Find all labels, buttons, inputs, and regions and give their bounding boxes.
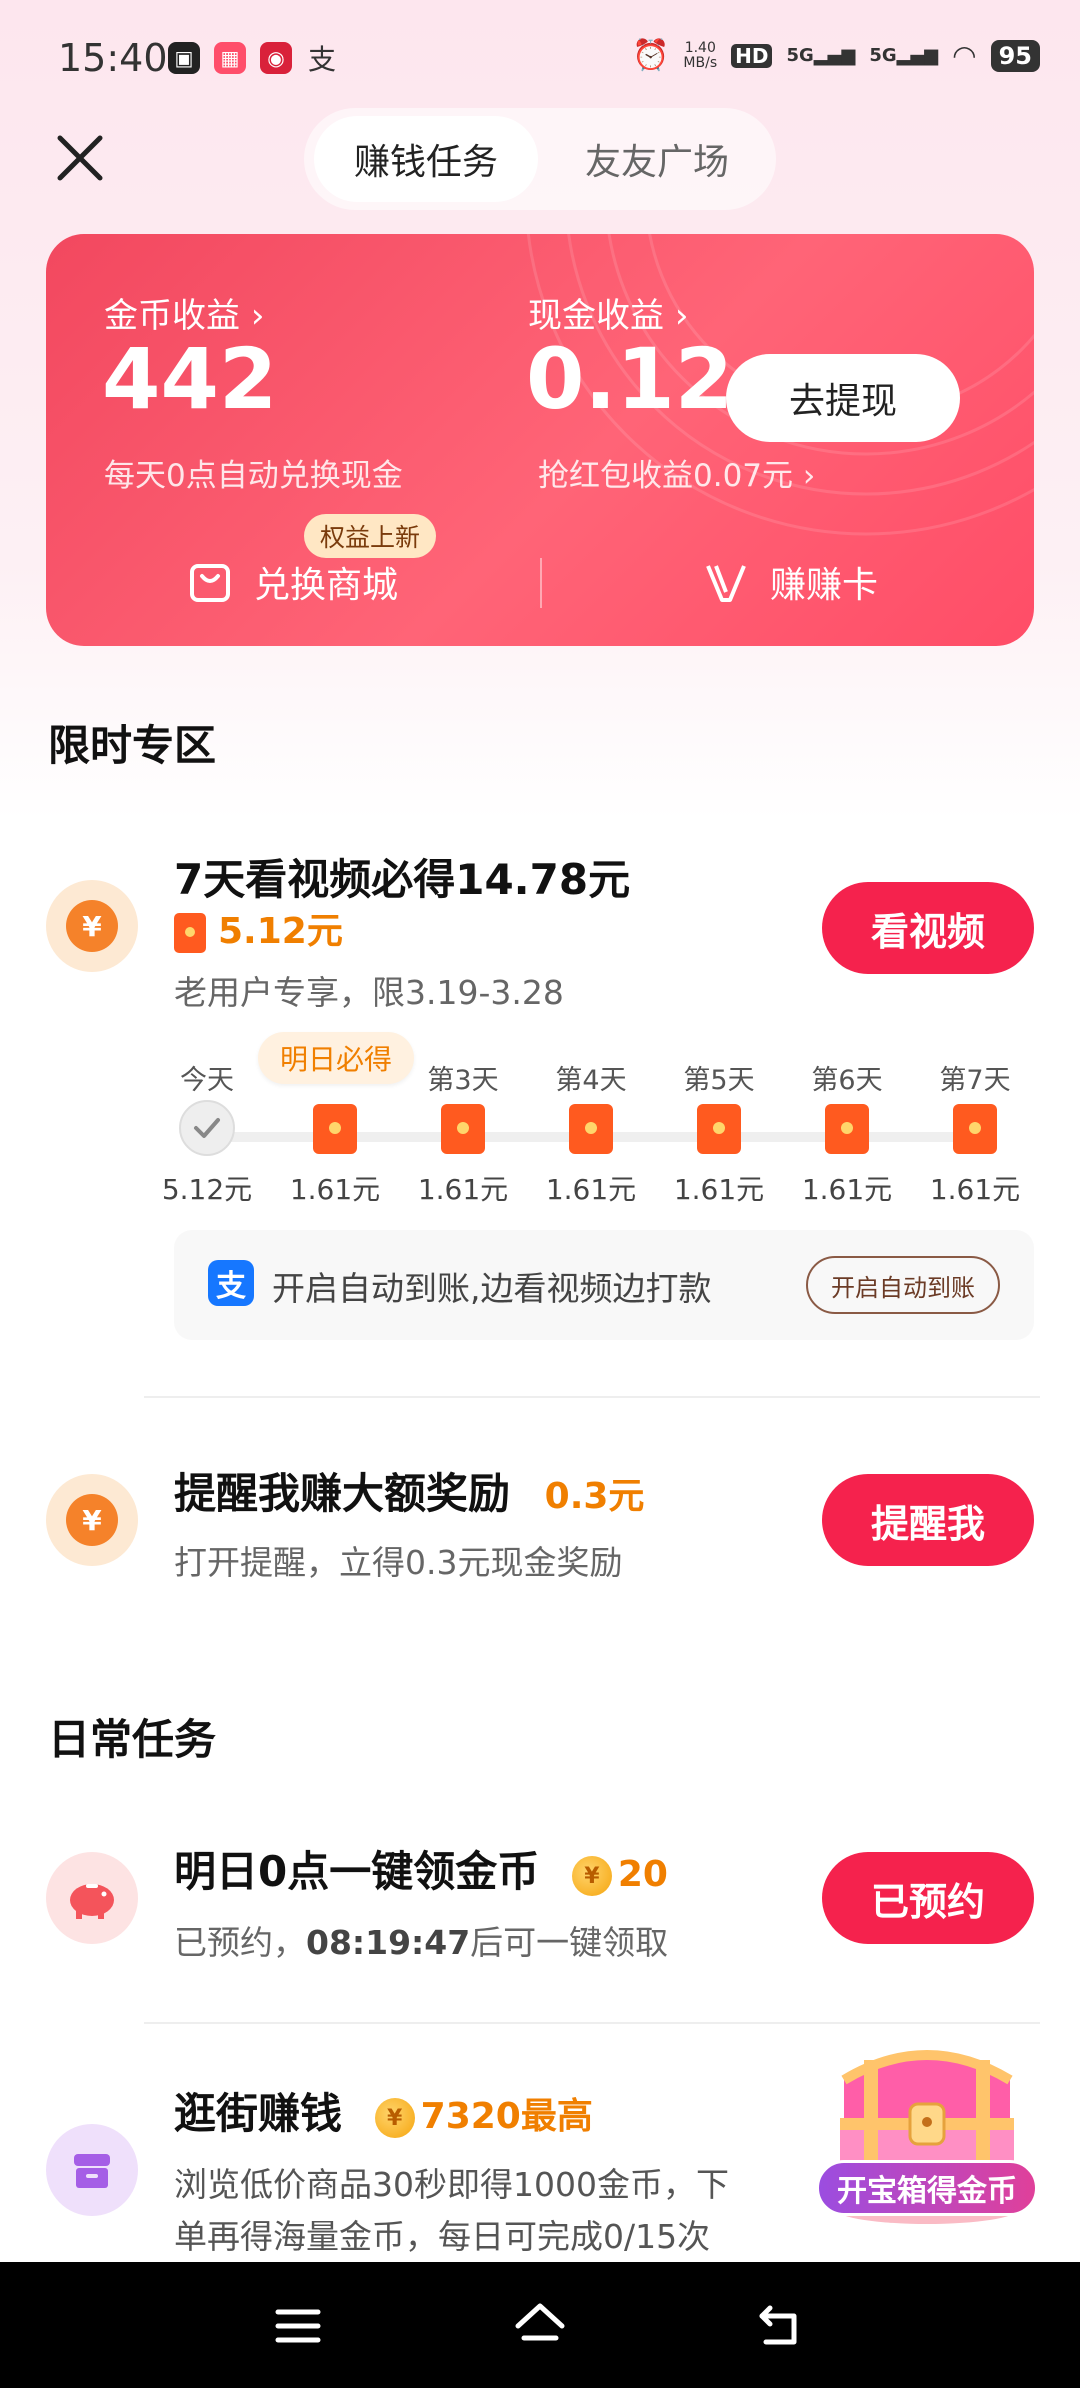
shopping-bag-icon (190, 564, 230, 602)
remind-me-button[interactable]: 提醒我 (822, 1474, 1034, 1566)
yuan-task-icon: ¥ (46, 1474, 138, 1566)
coin-value: 442 (102, 330, 278, 428)
red-packet-icon (313, 1104, 357, 1154)
yuan-task-icon: ¥ (46, 880, 138, 972)
system-nav-bar (0, 2262, 1080, 2388)
check-icon (179, 1100, 235, 1156)
hd-icon: HD (731, 43, 773, 68)
signal-icon: 5G▂▄▆ (786, 45, 856, 66)
daily-section-title: 日常任务 (48, 1715, 217, 1764)
v-card-icon (706, 565, 746, 602)
alarm-icon: ⏰ (632, 38, 670, 73)
status-bar: 15:40 ▣ ▦ ◉ 支 ⏰ 1.40 MB/s HD 5G▂▄▆ 5G▂▄▆ … (0, 0, 1080, 110)
day-item: 第4天 1.61元 (545, 1065, 637, 1206)
open-chest-label[interactable]: 开宝箱得金币 (816, 2160, 1038, 2216)
menu-icon[interactable] (270, 2298, 326, 2354)
home-icon[interactable] (512, 2298, 568, 2354)
piggy-bank-icon (70, 1884, 114, 1919)
video-task-reward: 5.12元 (174, 902, 343, 954)
app-notification-icon: ◉ (260, 42, 292, 74)
battery-icon: 95 (990, 39, 1040, 72)
red-packet-icon (174, 913, 206, 953)
shop-task-desc-line2: 单再得海量金币，每日可完成0/15次 (174, 2217, 711, 2256)
shop-task-reward: ¥7320最高 (374, 2096, 593, 2138)
close-icon (57, 135, 103, 181)
status-right: ⏰ 1.40 MB/s HD 5G▂▄▆ 5G▂▄▆ ◠ 95 (632, 38, 1040, 73)
earn-card-link[interactable]: 赚赚卡 (702, 556, 878, 608)
auto-payout-banner: 支 开启自动到账,边看视频边打款 开启自动到账 (174, 1230, 1034, 1340)
auto-payout-text: 开启自动到账,边看视频边打款 (272, 1269, 712, 1308)
yuan-coin-icon: ¥ (66, 1494, 118, 1546)
app-notification-icon: ▦ (214, 42, 246, 74)
signal-icon: 5G▂▄▆ (869, 45, 939, 66)
new-benefits-badge: 权益上新 (304, 514, 437, 558)
notification-icons: ▣ ▦ ◉ 支 (168, 42, 338, 76)
day-item: 今天 5.12元 (161, 1065, 253, 1206)
store-icon (74, 2154, 110, 2188)
tab-friends-square[interactable]: 友友广场 (548, 116, 766, 202)
coin-task-title: 明日0点一键领金币 ¥20 (174, 1847, 668, 1896)
divider (144, 2022, 1040, 2024)
tab-switcher: 赚钱任务 友友广场 (304, 108, 776, 210)
coin-note: 每天0点自动兑换现金 (104, 458, 403, 494)
limited-section-title: 限时专区 (48, 721, 217, 770)
wifi-icon: ◠ (952, 39, 977, 72)
piggy-bank-task-icon (46, 1852, 138, 1944)
cash-value: 0.12 (526, 330, 734, 428)
countdown: 08:19:47 (306, 1923, 471, 1962)
remind-task-title: 提醒我赚大额奖励 0.3元 (174, 1469, 645, 1518)
alipay-icon: 支 (208, 1260, 254, 1306)
red-packet-icon (825, 1104, 869, 1154)
card-divider (540, 558, 542, 608)
enable-auto-payout-button[interactable]: 开启自动到账 (806, 1256, 1000, 1314)
store-task-icon (46, 2124, 138, 2216)
video-task-title: 7天看视频必得14.78元 (174, 855, 631, 904)
tab-earn-tasks[interactable]: 赚钱任务 (314, 116, 538, 202)
withdraw-button[interactable]: 去提现 (726, 354, 960, 442)
red-packet-icon (697, 1104, 741, 1154)
red-packet-icon (569, 1104, 613, 1154)
app-notification-icon: ▣ (168, 42, 200, 74)
shop-task-desc-line1: 浏览低价商品30秒即得1000金币，下 (174, 2165, 729, 2204)
remind-task-desc: 打开提醒，立得0.3元现金奖励 (174, 1543, 623, 1582)
red-packet-icon (441, 1104, 485, 1154)
divider (144, 1396, 1040, 1398)
reserved-button[interactable]: 已预约 (822, 1852, 1034, 1944)
day-item: 第6天 1.61元 (801, 1065, 893, 1206)
exchange-shop-link[interactable]: 兑换商城 (186, 556, 398, 608)
shop-task-title: 逛街赚钱 ¥7320最高 (174, 2089, 593, 2138)
redpacket-earnings-link[interactable]: 抢红包收益0.07元 › (538, 450, 815, 495)
back-icon[interactable] (752, 2298, 808, 2354)
video-task-desc: 老用户专享，限3.19-3.28 (174, 973, 564, 1012)
watch-video-button[interactable]: 看视频 (822, 882, 1034, 974)
day-item: 第3天 1.61元 (417, 1065, 509, 1206)
alipay-notification-icon: 支 (307, 43, 336, 76)
net-speed: 1.40 MB/s (683, 39, 718, 71)
earnings-card: 金币收益 › 442 每天0点自动兑换现金 现金收益 › 0.12 去提现 抢红… (46, 234, 1034, 646)
red-packet-icon (953, 1104, 997, 1154)
chevron-right-icon: › (802, 458, 816, 494)
status-time: 15:40 (58, 36, 168, 80)
day-item: 第5天 1.61元 (673, 1065, 765, 1206)
close-button[interactable] (50, 128, 110, 188)
day-item: 明天 1.61元 (270, 1058, 400, 1206)
coin-task-reward: ¥20 (571, 1854, 668, 1896)
coin-icon: ¥ (571, 1856, 612, 1896)
remind-task-reward: 0.3元 (544, 1476, 645, 1517)
day-item: 第7天 1.61元 (929, 1065, 1021, 1206)
coin-icon: ¥ (374, 2098, 415, 2138)
coin-task-desc: 已预约，08:19:47后可一键领取 (174, 1923, 669, 1962)
yuan-coin-icon: ¥ (66, 900, 118, 952)
